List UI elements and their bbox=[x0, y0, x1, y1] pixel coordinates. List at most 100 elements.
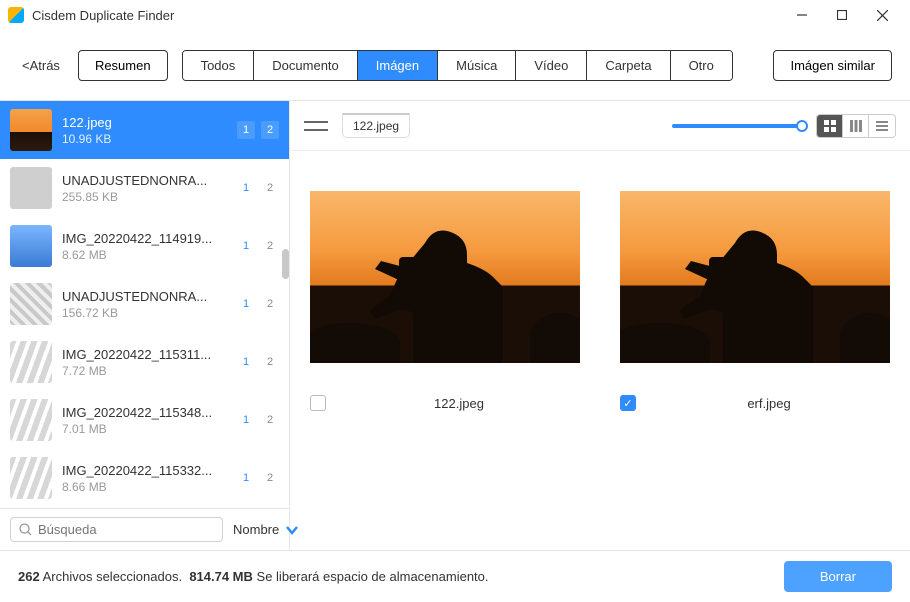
badge-2[interactable]: 2 bbox=[261, 295, 279, 313]
search-box[interactable] bbox=[10, 517, 223, 542]
tab-video[interactable]: Vídeo bbox=[516, 51, 587, 80]
list-item[interactable]: UNADJUSTEDNONRA...255.85 KB 12 bbox=[0, 159, 289, 217]
delete-button[interactable]: Borrar bbox=[784, 561, 892, 592]
window-title: Cisdem Duplicate Finder bbox=[32, 8, 782, 23]
minimize-button[interactable] bbox=[782, 0, 822, 30]
dup-badges: 12 bbox=[237, 237, 279, 255]
back-button[interactable]: <Atrás bbox=[18, 50, 64, 81]
badge-2[interactable]: 2 bbox=[261, 179, 279, 197]
file-name: IMG_20220422_115348... bbox=[62, 405, 227, 420]
file-name: IMG_20220422_115311... bbox=[62, 347, 227, 362]
summary-button[interactable]: Resumen bbox=[78, 50, 168, 81]
sort-label: Nombre bbox=[233, 522, 279, 537]
badge-1[interactable]: 1 bbox=[237, 411, 255, 429]
file-meta: IMG_20220422_115332...8.66 MB bbox=[62, 463, 227, 494]
similar-image-button[interactable]: Imágen similar bbox=[773, 50, 892, 81]
search-input[interactable] bbox=[38, 522, 214, 537]
badge-1[interactable]: 1 bbox=[237, 295, 255, 313]
view-columns-button[interactable] bbox=[843, 115, 869, 137]
badge-2[interactable]: 2 bbox=[261, 237, 279, 255]
file-size: 10.96 KB bbox=[62, 132, 227, 146]
file-meta: UNADJUSTEDNONRA... 156.72 KB bbox=[62, 289, 227, 320]
badge-1[interactable]: 1 bbox=[237, 353, 255, 371]
file-meta: 122.jpeg10.96 KB bbox=[62, 115, 227, 146]
drag-handle-icon[interactable] bbox=[304, 121, 328, 131]
file-size: 7.72 MB bbox=[62, 364, 227, 378]
list-item[interactable]: UNADJUSTEDNONRA... 156.72 KB 12 bbox=[0, 275, 289, 333]
preview-area: 122.jpeg ✓ erf.jpeg bbox=[290, 151, 910, 550]
main-panel: 122.jpeg 122.jpeg ✓ erf.jpeg bbox=[290, 101, 910, 550]
scrollbar-thumb[interactable] bbox=[282, 249, 289, 279]
preview-card: 122.jpeg bbox=[310, 191, 580, 411]
tab-all[interactable]: Todos bbox=[183, 51, 255, 80]
file-meta: IMG_20220422_115311... 7.72 MB bbox=[62, 347, 227, 378]
thumbnail-icon bbox=[10, 341, 52, 383]
caption-row: ✓ erf.jpeg bbox=[620, 395, 890, 411]
zoom-slider[interactable] bbox=[672, 124, 802, 128]
thumbnail-icon bbox=[10, 225, 52, 267]
dup-badges: 12 bbox=[237, 295, 279, 313]
dup-badges: 12 bbox=[237, 179, 279, 197]
file-name: UNADJUSTEDNONRA... bbox=[62, 289, 227, 304]
sidebar: 122.jpeg10.96 KB12UNADJUSTEDNONRA...255.… bbox=[0, 101, 290, 550]
app-logo-icon bbox=[8, 7, 24, 23]
file-meta: UNADJUSTEDNONRA...255.85 KB bbox=[62, 173, 227, 204]
file-size: 7.01 MB bbox=[62, 422, 227, 436]
view-list-button[interactable] bbox=[869, 115, 895, 137]
list-item[interactable]: 122.jpeg10.96 KB 12 bbox=[0, 101, 289, 159]
selected-count: 262 bbox=[18, 569, 40, 584]
view-mode-group bbox=[816, 114, 896, 138]
badge-1[interactable]: 1 bbox=[237, 121, 255, 139]
file-size: 8.66 MB bbox=[62, 480, 227, 494]
preview-filename: erf.jpeg bbox=[648, 396, 890, 411]
dup-badges: 12 bbox=[237, 411, 279, 429]
tab-other[interactable]: Otro bbox=[671, 51, 732, 80]
view-grid-button[interactable] bbox=[817, 115, 843, 137]
select-checkbox[interactable] bbox=[310, 395, 326, 411]
slider-knob[interactable] bbox=[796, 120, 808, 132]
status-text: 262 Archivos seleccionados. 814.74 MB Se… bbox=[18, 569, 489, 584]
badge-1[interactable]: 1 bbox=[237, 179, 255, 197]
tab-folder[interactable]: Carpeta bbox=[587, 51, 670, 80]
freed-size: 814.74 MB bbox=[189, 569, 253, 584]
category-tabs: Todos Documento Imágen Música Vídeo Carp… bbox=[182, 50, 733, 81]
search-row: Nombre bbox=[0, 508, 289, 550]
preview-filename: 122.jpeg bbox=[338, 396, 580, 411]
list-item[interactable]: IMG_20220422_114919... 8.62 MB 12 bbox=[0, 217, 289, 275]
content-area: 122.jpeg10.96 KB12UNADJUSTEDNONRA...255.… bbox=[0, 100, 910, 550]
list-item[interactable]: IMG_20220422_115332...8.66 MB 12 bbox=[0, 449, 289, 507]
list-item[interactable]: IMG_20220422_115348... 7.01 MB 12 bbox=[0, 391, 289, 449]
badge-1[interactable]: 1 bbox=[237, 237, 255, 255]
select-checkbox[interactable]: ✓ bbox=[620, 395, 636, 411]
file-meta: IMG_20220422_114919... 8.62 MB bbox=[62, 231, 227, 262]
tab-document[interactable]: Documento bbox=[254, 51, 357, 80]
tab-music[interactable]: Música bbox=[438, 51, 516, 80]
badge-2[interactable]: 2 bbox=[261, 121, 279, 139]
caption-row: 122.jpeg bbox=[310, 395, 580, 411]
thumbnail-icon bbox=[10, 399, 52, 441]
dup-badges: 12 bbox=[237, 469, 279, 487]
file-name: UNADJUSTEDNONRA... bbox=[62, 173, 227, 188]
badge-2[interactable]: 2 bbox=[261, 411, 279, 429]
badge-1[interactable]: 1 bbox=[237, 469, 255, 487]
preview-image[interactable] bbox=[310, 191, 580, 363]
toolbar: <Atrás Resumen Todos Documento Imágen Mú… bbox=[0, 30, 910, 100]
badge-2[interactable]: 2 bbox=[261, 353, 279, 371]
titlebar: Cisdem Duplicate Finder bbox=[0, 0, 910, 30]
maximize-button[interactable] bbox=[822, 0, 862, 30]
file-meta: IMG_20220422_115348... 7.01 MB bbox=[62, 405, 227, 436]
file-list[interactable]: 122.jpeg10.96 KB12UNADJUSTEDNONRA...255.… bbox=[0, 101, 289, 508]
dup-badges: 12 bbox=[237, 353, 279, 371]
preview-card: ✓ erf.jpeg bbox=[620, 191, 890, 411]
list-item[interactable]: IMG_20220422_115311... 7.72 MB 12 bbox=[0, 333, 289, 391]
file-name: IMG_20220422_114919... bbox=[62, 231, 227, 246]
preview-tab[interactable]: 122.jpeg bbox=[342, 113, 410, 138]
file-size: 156.72 KB bbox=[62, 306, 227, 320]
file-size: 8.62 MB bbox=[62, 248, 227, 262]
preview-toolbar: 122.jpeg bbox=[290, 101, 910, 151]
tab-image[interactable]: Imágen bbox=[358, 51, 438, 80]
close-button[interactable] bbox=[862, 0, 902, 30]
thumbnail-icon bbox=[10, 109, 52, 151]
badge-2[interactable]: 2 bbox=[261, 469, 279, 487]
preview-image[interactable] bbox=[620, 191, 890, 363]
